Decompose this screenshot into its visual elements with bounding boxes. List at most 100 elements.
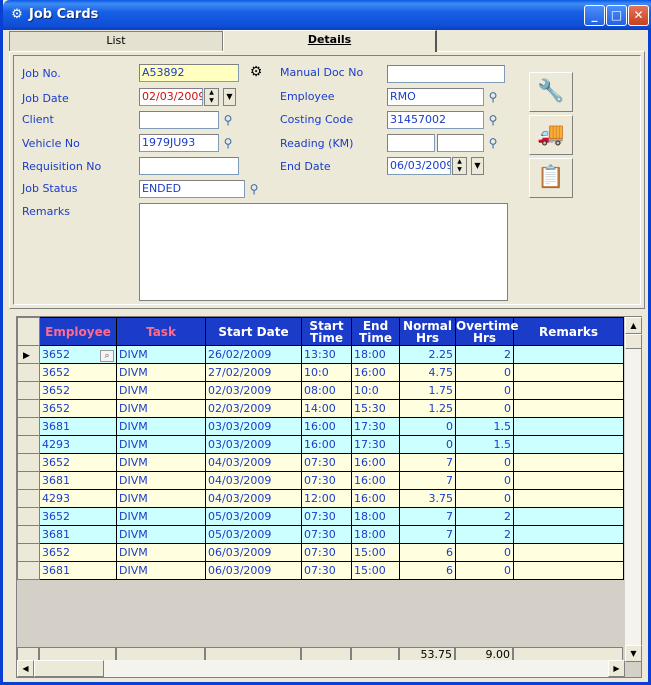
scroll-up-button[interactable]: ▲ — [625, 317, 642, 334]
start-date-cell[interactable]: 05/03/2009 — [205, 525, 302, 544]
task-cell[interactable]: DIVM — [116, 471, 206, 490]
job-status-search-icon[interactable]: ⚲ — [245, 180, 263, 198]
table-row[interactable]: 3681 DIVM 03/03/2009 16:00 17:30 0 1.5 — [17, 417, 624, 436]
start-date-cell[interactable]: 05/03/2009 — [205, 507, 302, 526]
end-time-cell[interactable]: 15:00 — [351, 543, 400, 562]
start-time-cell[interactable]: 07:30 — [301, 453, 352, 472]
row-selector[interactable] — [17, 471, 40, 490]
maximize-button[interactable]: □ — [606, 5, 627, 26]
scroll-down-button[interactable]: ▼ — [625, 645, 642, 662]
tools-button[interactable]: 🔧 — [529, 72, 573, 112]
employee-cell[interactable]: 4293 — [39, 489, 117, 508]
start-time-cell[interactable]: 08:00 — [301, 381, 352, 400]
task-cell[interactable]: DIVM — [116, 489, 206, 508]
table-row[interactable]: 3681 DIVM 06/03/2009 07:30 15:00 6 0 — [17, 561, 624, 580]
table-row[interactable]: 4293 DIVM 03/03/2009 16:00 17:30 0 1.5 — [17, 435, 624, 454]
row-selector[interactable] — [17, 399, 40, 418]
start-time-cell[interactable]: 07:30 — [301, 525, 352, 544]
job-date-spinner[interactable]: ▲ ▼ — [204, 88, 219, 106]
vehicle-no-field[interactable]: 1979JU93 — [139, 134, 219, 152]
reading-km-field-1[interactable] — [387, 134, 435, 152]
overtime-hrs-cell[interactable]: 2 — [455, 525, 514, 544]
grid-vertical-scrollbar[interactable]: ▲ ▼ — [624, 317, 642, 662]
normal-hrs-cell[interactable]: 7 — [399, 453, 456, 472]
normal-hrs-cell[interactable]: 3.75 — [399, 489, 456, 508]
task-cell[interactable]: DIVM — [116, 435, 206, 454]
end-time-cell[interactable]: 15:00 — [351, 561, 400, 580]
row-selector[interactable]: ▶ — [17, 345, 40, 364]
vehicle-button[interactable]: 🚚 — [529, 115, 573, 155]
task-cell[interactable]: DIVM — [116, 453, 206, 472]
normal-hrs-cell[interactable]: 2.25 — [399, 345, 456, 364]
row-selector[interactable] — [17, 453, 40, 472]
row-selector[interactable] — [17, 561, 40, 580]
row-selector[interactable] — [17, 525, 40, 544]
end-time-column-header[interactable]: End Time — [351, 317, 400, 346]
employee-cell[interactable]: 3652 — [39, 399, 117, 418]
normal-hrs-cell[interactable]: 0 — [399, 417, 456, 436]
normal-hrs-cell[interactable]: 4.75 — [399, 363, 456, 382]
start-time-cell[interactable]: 07:30 — [301, 561, 352, 580]
employee-cell[interactable]: 3652 ⌕ — [39, 345, 117, 364]
remarks-textarea[interactable] — [139, 203, 508, 301]
remarks-cell[interactable] — [513, 435, 624, 454]
reading-km-field-2[interactable] — [437, 134, 484, 152]
task-cell[interactable]: DIVM — [116, 399, 206, 418]
overtime-hrs-cell[interactable]: 1.5 — [455, 417, 514, 436]
overtime-hrs-cell[interactable]: 2 — [455, 507, 514, 526]
normal-hrs-cell[interactable]: 6 — [399, 561, 456, 580]
employee-cell[interactable]: 3652 — [39, 381, 117, 400]
normal-hrs-cell[interactable]: 7 — [399, 525, 456, 544]
remarks-cell[interactable] — [513, 417, 624, 436]
scroll-right-button[interactable]: ▶ — [608, 660, 625, 677]
vehicle-search-icon[interactable]: ⚲ — [219, 134, 237, 152]
end-time-cell[interactable]: 16:00 — [351, 363, 400, 382]
table-row[interactable]: 3652 DIVM 05/03/2009 07:30 18:00 7 2 — [17, 507, 624, 526]
start-time-cell[interactable]: 14:00 — [301, 399, 352, 418]
task-cell[interactable]: DIVM — [116, 381, 206, 400]
vertical-scroll-thumb[interactable] — [625, 334, 642, 349]
start-date-cell[interactable]: 27/02/2009 — [205, 363, 302, 382]
table-row[interactable]: 4293 DIVM 04/03/2009 12:00 16:00 3.75 0 — [17, 489, 624, 508]
reading-search-icon[interactable]: ⚲ — [484, 134, 502, 152]
task-cell[interactable]: DIVM — [116, 417, 206, 436]
row-selector[interactable] — [17, 543, 40, 562]
row-selector[interactable] — [17, 381, 40, 400]
client-field[interactable] — [139, 111, 219, 129]
employee-field[interactable]: RMO — [387, 88, 484, 106]
start-date-cell[interactable]: 02/03/2009 — [205, 381, 302, 400]
job-status-field[interactable]: ENDED — [139, 180, 245, 198]
normal-hrs-cell[interactable]: 1.75 — [399, 381, 456, 400]
start-date-cell[interactable]: 03/03/2009 — [205, 435, 302, 454]
start-date-cell[interactable]: 04/03/2009 — [205, 453, 302, 472]
overtime-hrs-cell[interactable]: 0 — [455, 471, 514, 490]
table-row[interactable]: ▶ 3652 ⌕ DIVM 26/02/2009 13:30 18:00 2.25 2 — [17, 345, 624, 364]
remarks-cell[interactable] — [513, 561, 624, 580]
remarks-cell[interactable] — [513, 345, 624, 364]
start-date-cell[interactable]: 04/03/2009 — [205, 471, 302, 490]
end-date-spinner[interactable]: ▲ ▼ — [452, 157, 467, 175]
end-date-dropdown[interactable]: ▼ — [471, 157, 484, 175]
start-date-column-header[interactable]: Start Date — [205, 317, 302, 346]
table-row[interactable]: 3652 DIVM 04/03/2009 07:30 16:00 7 0 — [17, 453, 624, 472]
end-time-cell[interactable]: 17:30 — [351, 417, 400, 436]
overtime-hrs-cell[interactable]: 1.5 — [455, 435, 514, 454]
row-selector[interactable] — [17, 363, 40, 382]
normal-hrs-cell[interactable]: 1.25 — [399, 399, 456, 418]
client-search-icon[interactable]: ⚲ — [219, 111, 237, 129]
employee-cell[interactable]: 4293 — [39, 435, 117, 454]
table-row[interactable]: 3652 DIVM 06/03/2009 07:30 15:00 6 0 — [17, 543, 624, 562]
normal-hrs-cell[interactable]: 7 — [399, 507, 456, 526]
end-date-field[interactable]: 06/03/2009 — [387, 157, 451, 175]
remarks-cell[interactable] — [513, 543, 624, 562]
task-cell[interactable]: DIVM — [116, 345, 206, 364]
overtime-hrs-cell[interactable]: 0 — [455, 489, 514, 508]
costing-code-field[interactable]: 31457002 — [387, 111, 484, 129]
task-cell[interactable]: DIVM — [116, 543, 206, 562]
title-bar[interactable]: ⚙ Job Cards _ □ ✕ — [3, 0, 651, 30]
end-time-cell[interactable]: 15:30 — [351, 399, 400, 418]
task-cell[interactable]: DIVM — [116, 507, 206, 526]
start-date-cell[interactable]: 04/03/2009 — [205, 489, 302, 508]
employee-cell[interactable]: 3681 — [39, 417, 117, 436]
task-cell[interactable]: DIVM — [116, 363, 206, 382]
